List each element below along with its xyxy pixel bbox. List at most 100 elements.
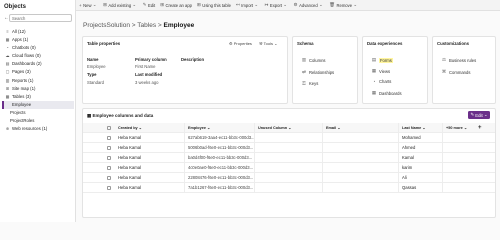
primary-column-value: First Name	[135, 64, 156, 69]
web-resource-icon: ⊕	[5, 126, 10, 132]
col-header-employee[interactable]: Employee ⌄	[185, 123, 255, 133]
chevron-down-icon: ⌄	[137, 126, 142, 130]
col-header-created-by[interactable]: Created by ⌄	[115, 123, 185, 133]
primary-column-label: Primary column	[135, 57, 167, 62]
table-data-title: ▦ Employee columns and data	[87, 113, 153, 119]
views-link[interactable]: ▦ Views	[371, 68, 390, 74]
type-label: Type	[87, 72, 97, 77]
row-checkbox[interactable]	[107, 166, 111, 170]
last-modified-value: 3 weeks ago	[135, 80, 159, 85]
advanced-button[interactable]: ⚙ Advanced ⌄	[294, 2, 325, 8]
nav-item-label: Pages (3)	[12, 69, 31, 75]
sitemap-icon: ⊞	[5, 85, 10, 91]
objects-panel: Objects ← Search ≡ All (12) ▦ Apps (1) ◔ Ch…	[0, 0, 76, 222]
nav-item-web-resources[interactable]: ⊕ Web resources (1)	[2, 125, 74, 133]
nav-item-projects[interactable]: Projects	[2, 109, 74, 117]
add-column-icon[interactable]: +	[475, 123, 489, 133]
edit-data-button[interactable]: ✎ Edit ⌄	[468, 111, 490, 119]
nav-item-chatbots[interactable]: ◔ Chatbots (0)	[2, 44, 74, 52]
table-row[interactable]: Heba Kamal 4c0e0ae0-f6e0-ec11-bb3c-000d3…	[83, 163, 495, 173]
chatbot-icon: ◔	[6, 45, 9, 51]
chevron-down-icon: ⌄	[352, 2, 358, 7]
chevron-down-icon: ⌄	[287, 126, 292, 130]
nav-item-cloud-flows[interactable]: ☁ Cloud flows (0)	[2, 52, 74, 60]
col-header-label: Email	[326, 126, 337, 130]
data-experiences-card: Data experiences ▤ Forms ▦ Views ◔ Charts ▦…	[362, 36, 428, 104]
export-button[interactable]: ↦ Export ⌄	[265, 2, 289, 8]
charts-link[interactable]: ◔ Charts	[371, 79, 392, 84]
relationship-icon: ⇄	[302, 69, 306, 74]
nav-item-all[interactable]: ≡ All (12)	[2, 28, 74, 36]
cell-unused-column	[255, 163, 323, 173]
nav-item-label: Reports (1)	[12, 77, 34, 83]
import-icon: ↤	[235, 2, 240, 7]
commands-link[interactable]: ⌘ Commands	[441, 69, 471, 75]
col-header-unused-column[interactable]: Unused Column ⌄	[255, 123, 323, 133]
cell-email	[323, 153, 399, 163]
table-row[interactable]: Heba Kamal 7a1b1267-f6e0-ec11-bb3c-000d3…	[83, 183, 495, 193]
forms-link[interactable]: ▤ Forms	[371, 57, 393, 63]
table-row[interactable]: Heba Kamal 627ab619-3aa4-ec11-bb3c-000d3…	[83, 133, 495, 143]
cell-employee: 22808476-f6e0-ec11-bb3c-000d3...	[185, 173, 255, 183]
chevron-down-icon: ⌄	[482, 112, 488, 117]
business-rules-link[interactable]: ⚖ Business rules	[441, 57, 476, 63]
properties-button[interactable]: ⚙ Properties	[229, 41, 252, 46]
name-value: Employee	[87, 64, 106, 69]
schema-keys-link[interactable]: ⚿ Keys	[301, 81, 318, 86]
edit-label: Edit	[147, 2, 156, 8]
add-existing-button[interactable]: ⊞ Add existing ⌄	[103, 2, 138, 8]
more-columns-button[interactable]: +50 more ⌄	[443, 123, 473, 133]
row-checkbox[interactable]	[107, 146, 111, 150]
nav-item-dashboards[interactable]: ▤ Dashboards (2)	[2, 60, 74, 68]
nav-item-employee[interactable]: Employee	[2, 100, 74, 109]
row-checkbox[interactable]	[107, 156, 111, 160]
cell-email	[323, 143, 399, 153]
col-header-label: Employee	[188, 126, 206, 130]
edit-button[interactable]: ✎ Edit	[143, 2, 156, 8]
dashboards-link[interactable]: ▦ Dashboards	[371, 90, 402, 96]
nav-item-site-map[interactable]: ⊞ Site map (1)	[2, 85, 74, 93]
table-row[interactable]: Heba Kamal 22808476-f6e0-ec11-bb3c-000d3…	[83, 173, 495, 183]
app-icon: ⊞	[160, 2, 164, 7]
col-header-label: Created by	[118, 126, 138, 130]
cell-employee: 4c0e0ae0-f6e0-ec11-bb3c-000d3...	[185, 163, 255, 173]
nav-item-apps[interactable]: ▦ Apps (1)	[2, 36, 74, 44]
breadcrumb-tables[interactable]: Tables	[137, 22, 156, 29]
new-label: New	[83, 2, 92, 8]
table-row[interactable]: Heba Kamal ba0d4f00-f6e0-ec11-bb3c-000d3…	[83, 153, 495, 163]
nav-item-pages[interactable]: ▢ Pages (3)	[2, 68, 74, 76]
trash-icon: 🗑	[329, 2, 335, 7]
nav-item-tables[interactable]: ▦ Tables (3)	[2, 93, 74, 101]
col-header-email[interactable]: Email ⌄	[323, 123, 399, 133]
row-checkbox[interactable]	[107, 176, 111, 180]
chevron-down-icon: ⌄	[317, 2, 323, 7]
schema-relationships-link[interactable]: ⇄ Relationships	[301, 69, 334, 75]
col-header-label: Last Name	[402, 126, 422, 130]
breadcrumb-separator: >	[131, 22, 136, 29]
table-row[interactable]: Heba Kamal 5006b0ad-f6e0-ec11-bb3c-000d3…	[83, 143, 495, 153]
tools-button[interactable]: ⚒ Tools ⌄	[259, 41, 277, 46]
cell-last-name: Mohamed	[399, 133, 443, 143]
last-modified-label: Last modified	[135, 72, 163, 77]
form-icon: ▤	[371, 57, 377, 62]
using-table-button[interactable]: ⊞ Using this table	[197, 2, 231, 8]
breadcrumb-solution[interactable]: ProjectsSolution	[83, 22, 130, 29]
properties-label: Properties	[233, 41, 252, 46]
objects-search-input[interactable]: Search	[9, 14, 72, 22]
cell-employee: 5006b0ad-f6e0-ec11-bb3c-000d3...	[185, 143, 255, 153]
select-all-checkbox[interactable]	[107, 126, 111, 130]
create-app-button[interactable]: ⊞ Create an app	[160, 2, 192, 8]
nav-item-reports[interactable]: ▥ Reports (1)	[2, 77, 74, 85]
schema-columns-link[interactable]: ▥ Columns	[301, 57, 326, 63]
row-checkbox[interactable]	[107, 136, 111, 140]
link-label: Commands	[449, 69, 471, 75]
cell-email	[323, 133, 399, 143]
col-header-last-name[interactable]: Last Name ⌄	[399, 123, 443, 133]
remove-button[interactable]: 🗑 Remove ⌄	[329, 2, 358, 8]
import-button[interactable]: ↤ Import ⌄	[236, 2, 260, 8]
new-button[interactable]: + New ⌄	[79, 2, 98, 8]
nav-item-projectroles[interactable]: ProjectRoles	[2, 117, 74, 125]
edit-data-label: Edit	[475, 112, 483, 118]
row-checkbox[interactable]	[107, 186, 111, 190]
chevron-down-icon: ⌄	[336, 126, 341, 130]
